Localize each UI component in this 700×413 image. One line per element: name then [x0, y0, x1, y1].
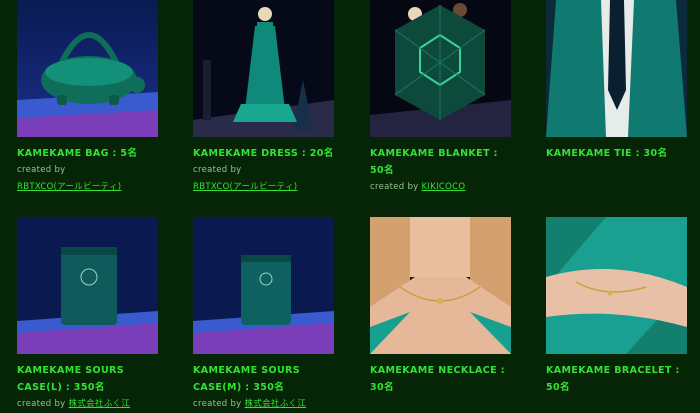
product-image-tie[interactable] — [546, 0, 687, 137]
product-card-necklace[interactable]: KAMEKAME NECKLACE : 30名 — [370, 217, 511, 396]
product-image-pouch-large[interactable] — [17, 217, 158, 354]
product-card-dress[interactable]: KAMEKAME DRESS : 20名 created by RBTXCO(ア… — [193, 0, 334, 196]
tie-image — [546, 0, 687, 137]
creator-link[interactable]: RBTXCO(アールビーティ) — [17, 182, 121, 192]
product-image-bag[interactable] — [17, 0, 158, 137]
pouch-medium-image — [193, 217, 334, 354]
product-card-tie[interactable]: KAMEKAME TIE : 30名 — [546, 0, 687, 162]
necklace-image — [370, 217, 511, 354]
product-title: KAMEKAME DRESS : 20名 — [193, 148, 334, 159]
product-title: KAMEKAME SOURS CASE(M) : 350名 — [193, 365, 301, 393]
bracelet-image — [546, 217, 687, 354]
creator-link[interactable]: RBTXCO(アールビーティ) — [193, 182, 297, 192]
created-by-label: created by — [193, 399, 242, 409]
green-dress-image — [193, 0, 334, 137]
product-image-necklace[interactable] — [370, 217, 511, 354]
pouch-large-image — [17, 217, 158, 354]
turtle-bag-image — [17, 0, 158, 137]
product-title: KAMEKAME NECKLACE : 30名 — [370, 365, 505, 393]
product-title: KAMEKAME BAG : 5名 — [17, 148, 138, 159]
product-card-bag[interactable]: KAMEKAME BAG : 5名 created by RBTXCO(アールビ… — [17, 0, 158, 196]
blanket-image — [370, 0, 511, 137]
created-by-label: created by — [370, 182, 419, 192]
created-by-label: created by — [17, 165, 66, 175]
created-by-label: created by — [193, 165, 242, 175]
product-card-pouch-medium[interactable]: KAMEKAME SOURS CASE(M) : 350名 created by… — [193, 217, 334, 413]
creator-link[interactable]: 株式会社ふく江 — [245, 399, 307, 409]
creator-link[interactable]: KIKICOCO — [422, 182, 466, 192]
product-image-pouch-medium[interactable] — [193, 217, 334, 354]
product-title: KAMEKAME BRACELET : 50名 — [546, 365, 680, 393]
product-title: KAMEKAME TIE : 30名 — [546, 148, 668, 159]
product-title: KAMEKAME SOURS CASE(L) : 350名 — [17, 365, 125, 393]
product-card-bracelet[interactable]: KAMEKAME BRACELET : 50名 — [546, 217, 687, 396]
product-image-bracelet[interactable] — [546, 217, 687, 354]
created-by-label: created by — [17, 399, 66, 409]
product-title: KAMEKAME BLANKET : 50名 — [370, 148, 498, 176]
product-card-pouch-large[interactable]: KAMEKAME SOURS CASE(L) : 350名 created by… — [17, 217, 158, 413]
creator-link[interactable]: 株式会社ふく江 — [69, 399, 131, 409]
product-image-dress[interactable] — [193, 0, 334, 137]
product-card-blanket[interactable]: KAMEKAME BLANKET : 50名 created by KIKICO… — [370, 0, 511, 196]
product-image-blanket[interactable] — [370, 0, 511, 137]
